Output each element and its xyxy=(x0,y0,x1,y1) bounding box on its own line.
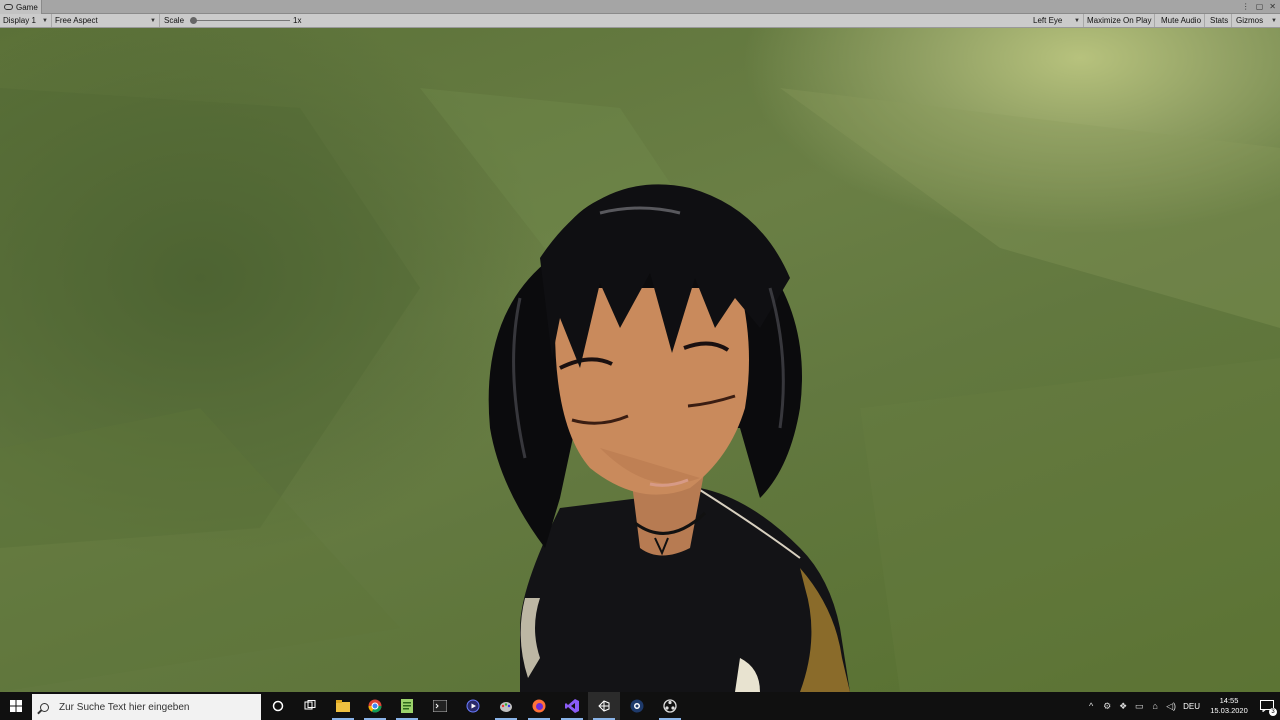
terminal-icon[interactable] xyxy=(424,692,456,720)
eye-dropdown[interactable]: Left Eye ▼ xyxy=(1030,14,1084,27)
cortana-icon[interactable] xyxy=(262,692,294,720)
paint-icon[interactable] xyxy=(490,692,522,720)
game-toolbar: Display 1 ▼ Free Aspect ▼ Scale 1x Left … xyxy=(0,14,1280,28)
dropbox-icon[interactable]: ❖ xyxy=(1115,692,1131,720)
display-dropdown[interactable]: Display 1 ▼ xyxy=(0,14,52,27)
steam-like-icon[interactable] xyxy=(621,692,653,720)
search-placeholder: Zur Suche Text hier eingeben xyxy=(59,701,190,713)
task-view-icon[interactable] xyxy=(294,692,326,720)
scale-slider-handle[interactable] xyxy=(190,17,197,24)
network-icon[interactable]: ⌂ xyxy=(1147,692,1163,720)
chevron-up-icon[interactable]: ^ xyxy=(1083,692,1099,720)
tab-game[interactable]: Game xyxy=(0,0,42,14)
language-indicator[interactable]: DEU xyxy=(1179,702,1204,711)
chevron-down-icon: ▼ xyxy=(1271,17,1277,24)
search-icon xyxy=(40,702,49,712)
game-scene xyxy=(0,88,1280,692)
mute-audio-toggle[interactable]: Mute Audio xyxy=(1158,14,1206,27)
clock[interactable]: 14:55 15.03.2020 xyxy=(1208,696,1250,716)
clock-date: 15.03.2020 xyxy=(1210,706,1248,715)
tab-game-label: Game xyxy=(16,2,38,12)
close-icon[interactable]: ✕ xyxy=(1269,2,1276,12)
gizmos-dropdown[interactable]: Gizmos ▼ xyxy=(1233,14,1280,27)
unity-tab-bar: Game ⋮ ▢ ✕ xyxy=(0,0,1280,14)
scale-label: Scale xyxy=(164,16,185,25)
gamepad-icon xyxy=(4,4,13,10)
maximize-on-play-toggle[interactable]: Maximize On Play xyxy=(1084,14,1156,27)
scale-slider-track[interactable] xyxy=(190,20,290,21)
unity-icon[interactable] xyxy=(588,692,620,720)
chevron-down-icon: ▼ xyxy=(42,17,48,24)
maximize-icon[interactable]: ▢ xyxy=(1256,2,1264,12)
system-tray: ^ ⚙ ❖ ▭ ⌂ ◁) DEU 14:55 15.03.2020 3 xyxy=(1083,692,1280,720)
scale-value: 1x xyxy=(293,16,302,25)
window-controls: ⋮ ▢ ✕ xyxy=(1242,2,1276,12)
obs-icon[interactable] xyxy=(654,692,686,720)
volume-icon[interactable]: ◁) xyxy=(1163,692,1179,720)
chevron-down-icon: ▼ xyxy=(1074,17,1080,24)
gizmos-label: Gizmos xyxy=(1236,16,1264,25)
taskbar-search-box[interactable]: Zur Suche Text hier eingeben xyxy=(32,694,261,720)
chrome-icon[interactable] xyxy=(359,692,391,720)
clock-time: 14:55 xyxy=(1219,696,1239,705)
visual-studio-icon[interactable] xyxy=(556,692,588,720)
aspect-dropdown[interactable]: Free Aspect ▼ xyxy=(52,14,160,27)
windows-logo-icon xyxy=(10,700,22,712)
start-button[interactable] xyxy=(0,692,32,720)
media-player-icon[interactable] xyxy=(457,692,489,720)
chevron-down-icon: ▼ xyxy=(150,17,156,24)
stats-toggle[interactable]: Stats xyxy=(1207,14,1233,27)
display-label: Display 1 xyxy=(3,16,36,25)
game-viewport[interactable] xyxy=(0,28,1280,692)
firefox-icon[interactable] xyxy=(523,692,555,720)
more-options-icon[interactable]: ⋮ xyxy=(1242,2,1250,12)
display-tray-icon[interactable]: ▭ xyxy=(1131,692,1147,720)
file-explorer-icon[interactable] xyxy=(327,692,359,720)
windows-taskbar: Zur Suche Text hier eingeben ^ ⚙ ❖ ▭ ⌂ ◁… xyxy=(0,692,1280,720)
notification-center-button[interactable]: 3 xyxy=(1254,692,1280,720)
notification-count: 3 xyxy=(1269,708,1277,716)
steam-tray-icon[interactable]: ⚙ xyxy=(1099,692,1115,720)
notepad-plus-icon[interactable] xyxy=(391,692,423,720)
aspect-label: Free Aspect xyxy=(55,16,98,25)
eye-label: Left Eye xyxy=(1033,16,1063,25)
